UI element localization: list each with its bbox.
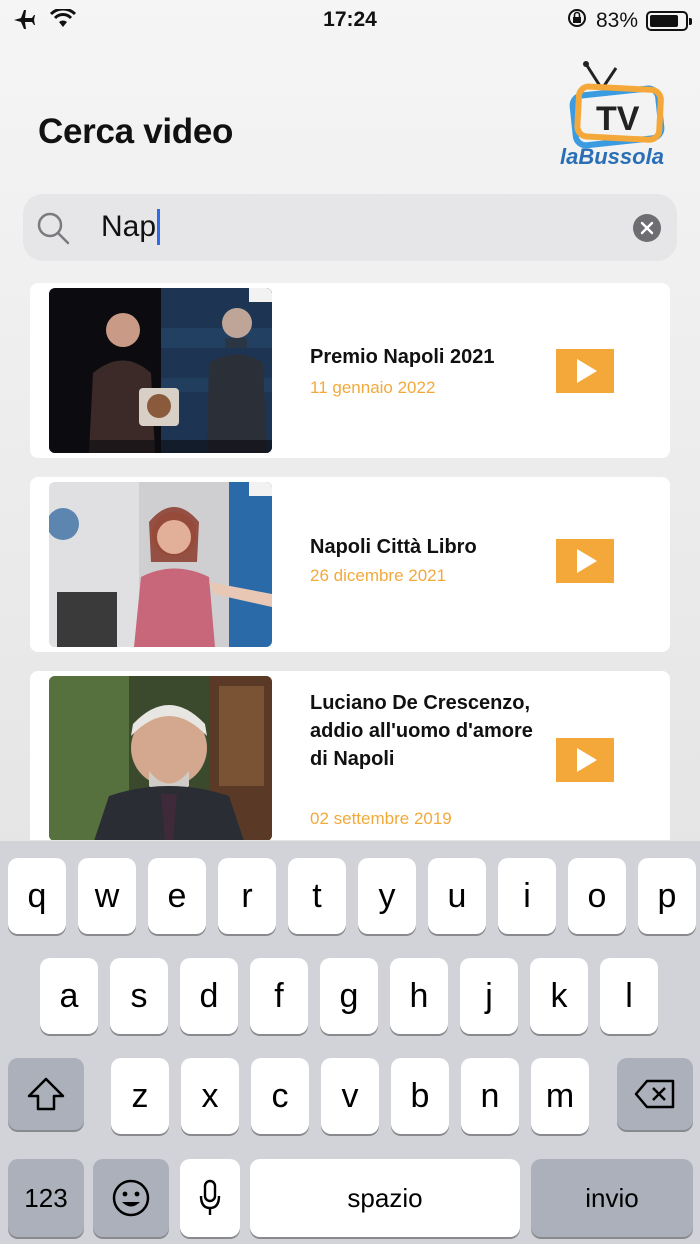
play-button[interactable] (556, 349, 614, 393)
key-n[interactable]: n (461, 1058, 519, 1134)
play-icon (577, 549, 597, 573)
key-d[interactable]: d (180, 958, 238, 1034)
backspace-key[interactable] (617, 1058, 693, 1130)
key-p[interactable]: p (638, 858, 696, 934)
video-date: 26 dicembre 2021 (310, 566, 447, 585)
search-input-value: Nap (101, 210, 157, 243)
key-x[interactable]: x (181, 1058, 239, 1134)
video-title[interactable]: Napoli Città Libro (310, 533, 540, 561)
key-e[interactable]: e (148, 858, 206, 934)
key-v[interactable]: v (321, 1058, 379, 1134)
key-r[interactable]: r (218, 858, 276, 934)
video-date: 11 gennaio 2022 (310, 378, 436, 397)
key-t[interactable]: t (288, 858, 346, 934)
page-title: Cerca video (38, 112, 234, 151)
play-icon (577, 359, 597, 383)
app-logo: TV laBussola (556, 60, 668, 172)
video-thumbnail[interactable] (49, 482, 272, 647)
battery-percentage: 83% (595, 9, 638, 32)
key-s[interactable]: s (110, 958, 168, 1034)
video-thumbnail[interactable] (49, 676, 272, 840)
key-h[interactable]: h (390, 958, 448, 1034)
return-key[interactable]: invio (531, 1159, 693, 1237)
microphone-key[interactable] (180, 1159, 240, 1237)
shift-key[interactable] (8, 1058, 84, 1130)
shift-icon (27, 1077, 65, 1111)
key-a[interactable]: a (40, 958, 98, 1034)
video-date: 02 settembre 2019 (310, 809, 452, 828)
key-m[interactable]: m (531, 1058, 589, 1134)
microphone-icon (199, 1179, 221, 1215)
emoji-key[interactable] (93, 1159, 169, 1237)
play-button[interactable] (556, 738, 614, 782)
status-bar: 17:24 83% (0, 0, 700, 40)
key-c[interactable]: c (251, 1058, 309, 1134)
space-key[interactable]: spazio (250, 1159, 520, 1237)
key-i[interactable]: i (498, 858, 556, 934)
video-thumbnail[interactable] (49, 288, 272, 453)
key-b[interactable]: b (391, 1058, 449, 1134)
key-y[interactable]: y (358, 858, 416, 934)
key-w[interactable]: w (78, 858, 136, 934)
key-q[interactable]: q (8, 858, 66, 934)
list-item[interactable]: Luciano De Crescenzo, addio all'uomo d'a… (30, 671, 670, 840)
key-j[interactable]: j (460, 958, 518, 1034)
key-f[interactable]: f (250, 958, 308, 1034)
search-bar[interactable]: Nap (23, 194, 677, 261)
video-title[interactable]: Premio Napoli 2021 (310, 343, 540, 371)
play-button[interactable] (556, 539, 614, 583)
search-input[interactable]: Nap (101, 207, 161, 247)
key-u[interactable]: u (428, 858, 486, 934)
key-z[interactable]: z (111, 1058, 169, 1134)
key-o[interactable]: o (568, 858, 626, 934)
keyboard[interactable]: qwertyuiop asdfghjkl zxcvbnm 123 spazio … (0, 841, 700, 1244)
backspace-icon (634, 1079, 675, 1109)
clear-search-icon[interactable] (633, 214, 661, 242)
key-g[interactable]: g (320, 958, 378, 1034)
play-icon (577, 748, 597, 772)
search-icon (35, 210, 71, 251)
list-item[interactable]: Napoli Città Libro 26 dicembre 2021 (30, 477, 670, 652)
svg-text:laBussola: laBussola (560, 144, 664, 169)
video-title[interactable]: Luciano De Crescenzo, addio all'uomo d'a… (310, 689, 540, 773)
svg-text:TV: TV (596, 100, 640, 138)
text-caret (157, 209, 161, 245)
battery-level (650, 15, 679, 27)
battery-icon (646, 11, 692, 31)
emoji-icon (112, 1179, 150, 1217)
orientation-lock-icon (566, 7, 588, 35)
results-list[interactable]: Premio Napoli 2021 11 gennaio 2022 Napol… (30, 283, 670, 840)
list-item[interactable]: Premio Napoli 2021 11 gennaio 2022 (30, 283, 670, 458)
key-k[interactable]: k (530, 958, 588, 1034)
numbers-key[interactable]: 123 (8, 1159, 84, 1237)
key-l[interactable]: l (600, 958, 658, 1034)
